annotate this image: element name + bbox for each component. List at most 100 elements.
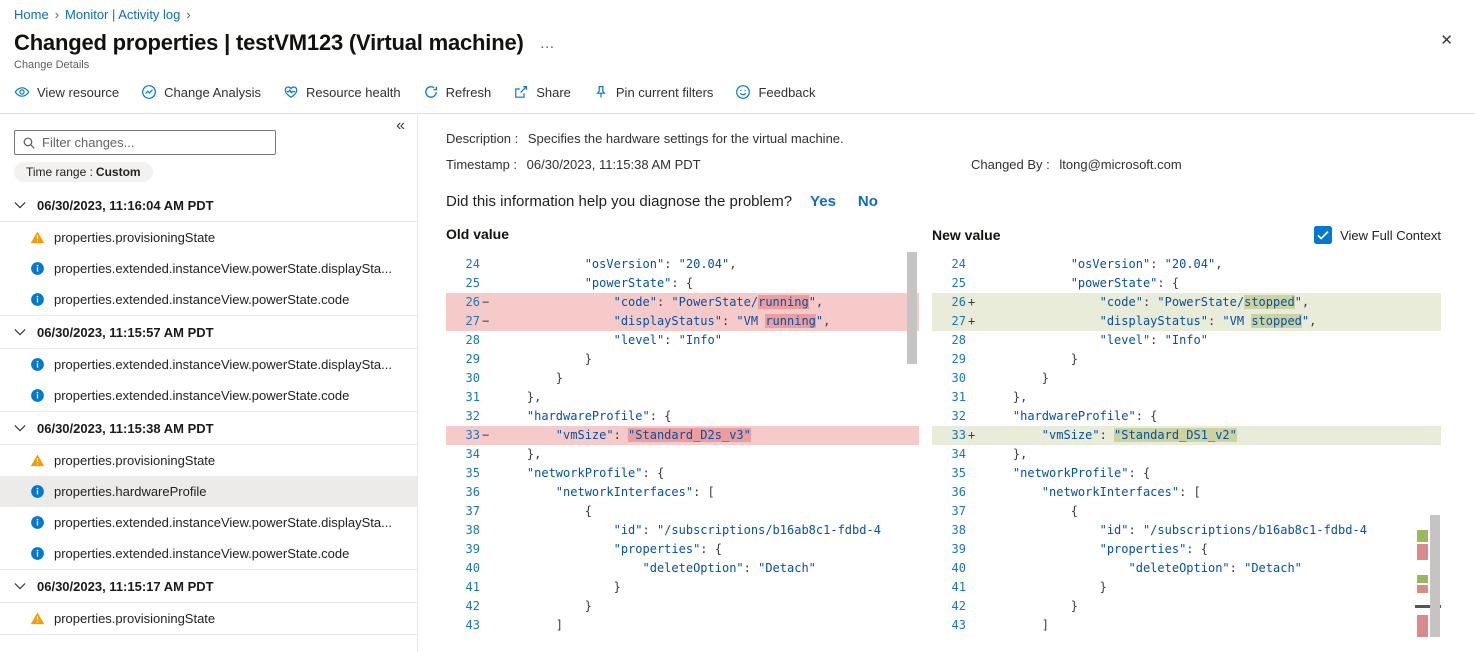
filter-input[interactable] <box>15 131 275 154</box>
breadcrumb-link-monitor-activity-log[interactable]: Monitor | Activity log <box>65 7 180 22</box>
feedback-question-row: Did this information help you diagnose t… <box>446 193 1441 210</box>
code-line: 36 "networkInterfaces": [ <box>932 483 1441 502</box>
diff-sign <box>966 502 980 521</box>
change-item-properties-extended-instanceview-powerstate-displaysta[interactable]: properties.extended.instanceView.powerSt… <box>0 253 417 284</box>
change-item-properties-extended-instanceview-powerstate-displaysta[interactable]: properties.extended.instanceView.powerSt… <box>0 349 417 380</box>
toolbar-label: Resource health <box>305 84 401 100</box>
diff-sign <box>966 597 980 616</box>
code-text: "properties": { <box>1099 542 1208 556</box>
overview-ruler[interactable] <box>1415 250 1441 652</box>
toolbar-label: Pin current filters <box>615 84 714 100</box>
toolbar-share-button[interactable]: Share <box>513 84 571 100</box>
line-number: 27 <box>465 314 480 328</box>
change-group-header[interactable]: 06/30/2023, 11:15:17 AM PDT <box>0 570 417 603</box>
diff-sign <box>966 407 980 426</box>
toolbar-feedback-button[interactable]: Feedback <box>735 84 816 100</box>
toolbar-refresh-button[interactable]: Refresh <box>423 84 492 100</box>
share-icon <box>513 84 529 100</box>
toolbar-label: Refresh <box>445 84 492 100</box>
toolbar-view-resource-button[interactable]: View resource <box>14 84 119 100</box>
line-number: 36 <box>465 485 480 499</box>
line-number: 33 <box>951 428 966 442</box>
line-number: 31 <box>465 390 480 404</box>
info-icon <box>30 261 45 276</box>
code-text: { <box>498 504 592 518</box>
change-group: 06/30/2023, 11:15:17 AM PDT properties.pr… <box>0 570 417 635</box>
code-text: "deleteOption": "Detach" <box>642 561 816 575</box>
code-text: } <box>984 352 1078 366</box>
change-group: 06/30/2023, 11:15:38 AM PDT properties.pr… <box>0 412 417 570</box>
diff-sign <box>966 445 980 464</box>
no-button[interactable]: No <box>858 193 878 210</box>
code-text: "osVersion": "20.04", <box>1070 257 1223 271</box>
code-text: "networkInterfaces": [ <box>555 485 715 499</box>
line-number: 39 <box>465 542 480 556</box>
new-code: 24 "osVersion": "20.04", 25 "powerState":… <box>932 255 1441 635</box>
line-number: 42 <box>465 599 480 613</box>
change-item-properties-provisioningstate[interactable]: properties.provisioningState <box>0 603 417 634</box>
change-group-header[interactable]: 06/30/2023, 11:16:04 AM PDT <box>0 189 417 222</box>
code-text: "powerState": { <box>1070 276 1180 290</box>
code-line: 31 }, <box>932 388 1441 407</box>
chevron-down-icon <box>13 421 27 435</box>
change-item-label: properties.extended.instanceView.powerSt… <box>54 292 350 307</box>
change-item-properties-extended-instanceview-powerstate-code[interactable]: properties.extended.instanceView.powerSt… <box>0 284 417 315</box>
change-item-label: properties.extended.instanceView.powerSt… <box>54 261 392 276</box>
diff-sign <box>480 502 494 521</box>
toolbar-change-analysis-button[interactable]: Change Analysis <box>141 84 261 100</box>
new-value-pane: 24 "osVersion": "20.04", 25 "powerState":… <box>932 250 1441 652</box>
feedback-smiley-icon <box>735 84 751 100</box>
code-line: 31 }, <box>446 388 919 407</box>
time-range-value: Custom <box>95 165 141 179</box>
change-item-label: properties.extended.instanceView.powerSt… <box>54 388 350 403</box>
code-line: 24 "osVersion": "20.04", <box>932 255 1441 274</box>
change-group-date: 06/30/2023, 11:15:57 AM PDT <box>37 324 214 340</box>
change-item-properties-provisioningstate[interactable]: properties.provisioningState <box>0 222 417 253</box>
code-line: 33 + "vmSize": "Standard_DS1_v2" <box>932 426 1441 445</box>
line-number: 40 <box>465 561 480 575</box>
diff-sign <box>480 350 494 369</box>
old-value-pane: 24 "osVersion": "20.04", 25 "powerState":… <box>446 250 919 652</box>
code-line: 35 "networkProfile": { <box>932 464 1441 483</box>
heart-pulse-icon <box>283 84 299 100</box>
code-line: 24 "osVersion": "20.04", <box>446 255 919 274</box>
change-group-header[interactable]: 06/30/2023, 11:15:38 AM PDT <box>0 412 417 445</box>
code-text: "osVersion": "20.04", <box>584 257 737 271</box>
title-row: Changed properties | testVM123 (Virtual … <box>14 29 1459 57</box>
diff-sign: − <box>482 295 490 309</box>
description-value: Specifies the hardware settings for the … <box>527 131 844 146</box>
time-range-filter[interactable]: Time range : Custom <box>14 162 153 182</box>
change-item-label: properties.extended.instanceView.powerSt… <box>54 546 350 561</box>
more-menu-icon[interactable]: … <box>540 35 557 52</box>
change-item-properties-extended-instanceview-powerstate-displaysta[interactable]: properties.extended.instanceView.powerSt… <box>0 507 417 538</box>
change-item-properties-provisioningstate[interactable]: properties.provisioningState <box>0 445 417 476</box>
breadcrumb-link-home[interactable]: Home <box>14 7 49 22</box>
code-text: "vmSize": "Standard_D2s_v3" <box>555 428 751 442</box>
change-item-label: properties.provisioningState <box>54 230 216 245</box>
line-number: 39 <box>951 542 966 556</box>
change-group: 06/30/2023, 11:15:57 AM PDT properties.ex… <box>0 316 417 412</box>
code-text: }, <box>984 390 1028 404</box>
diff-sign <box>480 616 494 635</box>
close-icon[interactable]: ✕ <box>1440 31 1453 49</box>
line-number: 41 <box>465 580 480 594</box>
toolbar-resource-health-button[interactable]: Resource health <box>283 84 401 100</box>
change-item-properties-extended-instanceview-powerstate-code[interactable]: properties.extended.instanceView.powerSt… <box>0 380 417 411</box>
change-detail-main: Description : Specifies the hardware set… <box>418 114 1475 652</box>
view-full-context-toggle[interactable]: View Full Context <box>1314 226 1441 244</box>
collapse-sidebar-icon[interactable]: « <box>396 117 405 135</box>
change-item-properties-hardwareprofile[interactable]: properties.hardwareProfile <box>0 476 417 507</box>
change-item-properties-extended-instanceview-powerstate-code[interactable]: properties.extended.instanceView.powerSt… <box>0 538 417 569</box>
diff-sign <box>480 540 494 559</box>
warning-icon <box>30 230 45 245</box>
line-number: 36 <box>951 485 966 499</box>
code-text: "networkProfile": { <box>1012 466 1151 480</box>
change-group-header[interactable]: 06/30/2023, 11:15:57 AM PDT <box>0 316 417 349</box>
yes-button[interactable]: Yes <box>810 193 836 210</box>
toolbar-pin-current-filters-button[interactable]: Pin current filters <box>593 84 714 100</box>
diff-sign <box>480 597 494 616</box>
line-number: 34 <box>951 447 966 461</box>
description-row: Description : Specifies the hardware set… <box>446 131 1441 146</box>
code-line: 32 "hardwareProfile": { <box>446 407 919 426</box>
old-pane-scrollbar[interactable] <box>907 252 917 364</box>
